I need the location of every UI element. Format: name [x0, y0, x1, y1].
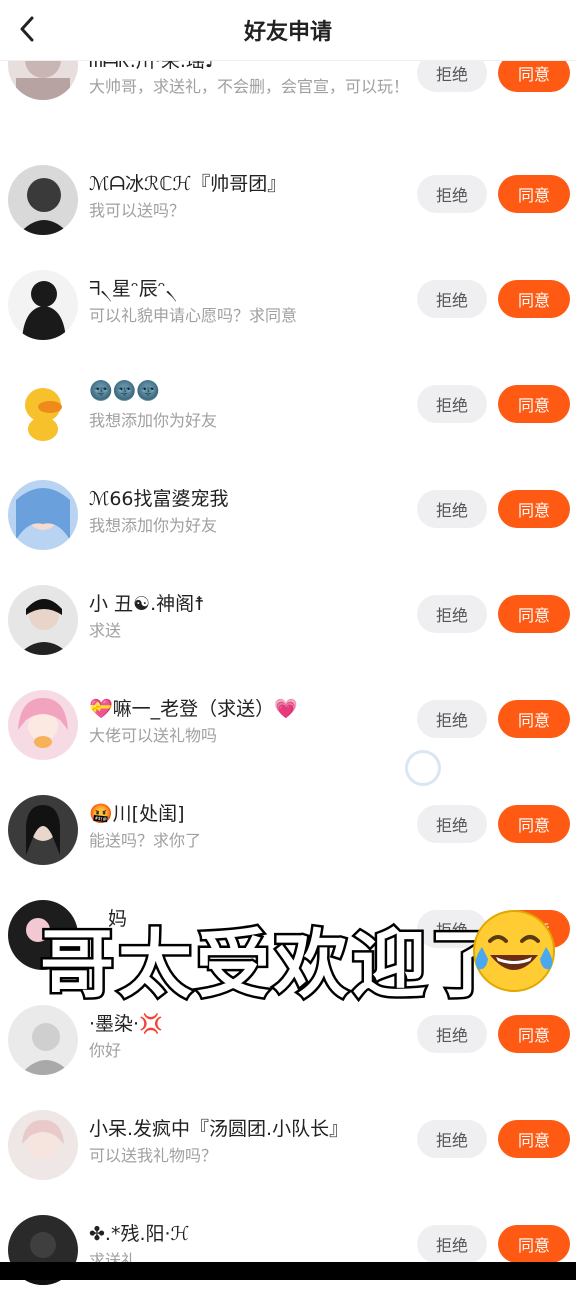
touch-indicator	[405, 750, 441, 786]
avatar[interactable]	[8, 690, 78, 760]
reject-button[interactable]: 拒绝	[417, 385, 487, 423]
caption-text: 哥太受欢迎了	[38, 920, 508, 1011]
agree-button[interactable]: 同意	[498, 700, 570, 738]
page-title: 好友申请	[243, 20, 332, 45]
caption-overlay: 哥太受欢迎了	[38, 905, 540, 1011]
reject-button[interactable]: 拒绝	[417, 175, 487, 213]
avatar[interactable]	[8, 480, 78, 550]
list-item: ℳᗩ冰ℛℂℋ『帅哥团』 我可以送吗？ 拒绝 同意	[0, 155, 576, 260]
requester-name: 小 丑☯.神阁☨	[89, 593, 205, 615]
agree-button[interactable]: 同意	[498, 595, 570, 633]
avatar[interactable]	[8, 165, 78, 235]
avatar[interactable]	[8, 795, 78, 865]
list-item: ℳ66找富婆宠我 我想添加你为好友 拒绝 同意	[0, 470, 576, 575]
avatar[interactable]	[8, 585, 78, 655]
top-bar: 好友申请	[0, 0, 576, 61]
reject-button[interactable]: 拒绝	[417, 700, 487, 738]
agree-button[interactable]: 同意	[498, 280, 570, 318]
requester-name: ✤.*残.阳·ℋ	[89, 1223, 190, 1245]
request-message: 能送吗？求你了	[89, 831, 202, 850]
request-message: 我可以送吗？	[89, 201, 186, 220]
list-item: 💝嘛一_老登（求送）💗 大佬可以送礼物吗 拒绝 同意	[0, 680, 576, 785]
requester-name: 小呆.发疯中『汤圆团.小队长』	[89, 1118, 349, 1140]
requester-name: ·墨染·💢	[89, 1013, 163, 1035]
list-item: 🌚🌚🌚 我想添加你为好友 拒绝 同意	[0, 365, 576, 470]
reject-button[interactable]: 拒绝	[417, 490, 487, 528]
list-item: ✤.*残.阳·ℋ 求送礼 拒绝 同意	[0, 1205, 576, 1310]
agree-button[interactable]: 同意	[498, 175, 570, 213]
agree-button[interactable]: 同意	[498, 1225, 570, 1263]
reject-button[interactable]: 拒绝	[417, 805, 487, 843]
reject-button[interactable]: 拒绝	[417, 1225, 487, 1263]
agree-button[interactable]: 同意	[498, 385, 570, 423]
list-item: 🤬川[处闺] 能送吗？求你了 拒绝 同意	[0, 785, 576, 890]
agree-button[interactable]: 同意	[498, 1015, 570, 1053]
agree-button[interactable]: 同意	[498, 490, 570, 528]
reject-button[interactable]: 拒绝	[417, 1015, 487, 1053]
request-message: 求送	[89, 621, 122, 640]
reject-button[interactable]: 拒绝	[417, 1120, 487, 1158]
request-message: 可以礼貌申请心愿吗？求同意	[89, 306, 298, 325]
request-message: 我想添加你为好友	[89, 516, 218, 535]
request-message: 可以送我礼物吗？	[89, 1146, 218, 1165]
request-message: 你好	[89, 1041, 122, 1060]
list-item: ᖷ৲星ᵔ辰ᵔ৲ 可以礼貌申请心愿吗？求同意 拒绝 同意	[0, 260, 576, 365]
requester-name: ℳᗩ冰ℛℂℋ『帅哥团』	[89, 173, 287, 195]
list-item: 小 丑☯.神阁☨ 求送 拒绝 同意	[0, 575, 576, 680]
requester-name: 💝嘛一_老登（求送）💗	[89, 698, 298, 720]
reject-button[interactable]: 拒绝	[417, 595, 487, 633]
system-navigation-bar	[0, 1262, 576, 1280]
laughing-tears-emoji-icon	[468, 905, 560, 997]
requester-name: 🤬川[处闺]	[89, 803, 185, 825]
avatar[interactable]	[8, 1110, 78, 1180]
avatar[interactable]	[8, 375, 78, 445]
request-message: 大佬可以送礼物吗	[89, 726, 218, 745]
agree-button[interactable]: 同意	[498, 1120, 570, 1158]
request-message: 大帅哥，求送礼，不会删，会官宣，可以玩！	[89, 77, 410, 96]
agree-button[interactable]: 同意	[498, 805, 570, 843]
reject-button[interactable]: 拒绝	[417, 280, 487, 318]
request-message: 我想添加你为好友	[89, 411, 218, 430]
list-item: ·墨染·💢 你好 拒绝 同意	[0, 995, 576, 1100]
list-item: 小呆.发疯中『汤圆团.小队长』 可以送我礼物吗？ 拒绝 同意	[0, 1100, 576, 1205]
requester-name: ℳ66找富婆宠我	[89, 488, 229, 510]
friend-request-list: ᗰᗩᖇ.川·荣.瑶♪ 大帅哥，求送礼，不会删，会官宣，可以玩！ 拒绝 同意 ℳᗩ…	[0, 0, 576, 1285]
requester-name: 🌚🌚🌚	[89, 380, 160, 402]
avatar[interactable]	[8, 270, 78, 340]
avatar[interactable]	[8, 1005, 78, 1075]
